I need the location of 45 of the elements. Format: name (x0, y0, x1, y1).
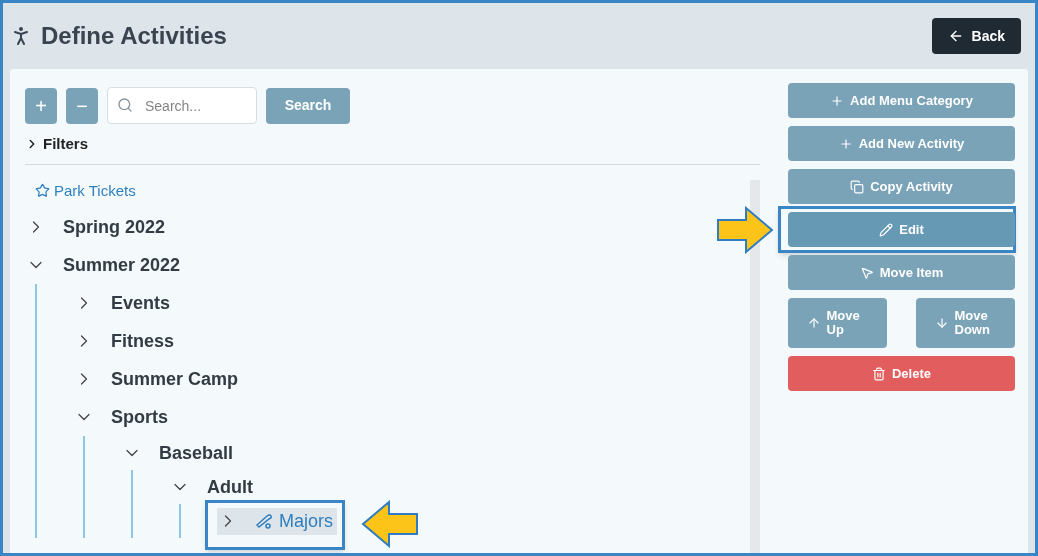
copy-icon (850, 179, 865, 194)
tree-label: Summer 2022 (63, 253, 181, 277)
tree-label: Events (111, 291, 171, 315)
tree-label: Spring 2022 (63, 215, 166, 239)
tree-item[interactable]: Summer Camp (73, 365, 243, 393)
tree-item[interactable]: Summer 2022 (25, 251, 185, 279)
filters-toggle[interactable]: Filters (25, 133, 760, 156)
tree-label: Fitness (111, 329, 175, 353)
expand-all-button[interactable]: + (25, 87, 57, 124)
plus-icon (830, 93, 845, 108)
action-button[interactable]: Add Menu Category (788, 83, 1015, 118)
tree-item[interactable]: Baseball (121, 439, 238, 467)
tree-item[interactable]: Majors (217, 507, 337, 535)
action-button[interactable]: Move Item (788, 255, 1015, 290)
search-button[interactable]: Search (266, 87, 350, 124)
action-button[interactable]: Add New Activity (788, 126, 1015, 161)
action-button[interactable]: Move Down (916, 298, 1015, 348)
action-button[interactable]: Edit (788, 212, 1015, 247)
pointer-arrow-icon (361, 500, 419, 548)
tree-item[interactable]: Sports (73, 403, 172, 431)
action-button[interactable]: Copy Activity (788, 169, 1015, 204)
scrollbar[interactable] (750, 179, 760, 553)
pencil-icon (879, 222, 894, 237)
back-button[interactable]: Back (931, 18, 1021, 54)
tree-item[interactable]: Events (73, 289, 175, 317)
tree-item[interactable]: Fitness (73, 327, 179, 355)
tree-label: Adult (207, 475, 253, 499)
star-icon (35, 183, 50, 199)
pointer-arrow-icon (716, 206, 774, 254)
search-icon (117, 97, 133, 113)
tree-item[interactable]: Adult (169, 473, 257, 501)
page-title: Define Activities (41, 21, 227, 51)
tree-label: Majors (279, 509, 333, 533)
favorite-link[interactable]: Park Tickets (35, 179, 750, 202)
plus-icon (838, 136, 853, 151)
search-field[interactable]: Search... (107, 87, 257, 124)
action-button[interactable]: Delete (788, 356, 1015, 391)
trash-icon (872, 366, 886, 381)
tree-item[interactable]: Spring 2022 (25, 213, 170, 241)
action-button[interactable]: Move Up (788, 298, 887, 348)
tree-label: Summer Camp (111, 367, 239, 391)
tree-label: Sports (111, 405, 168, 429)
tree-label: Baseball (159, 441, 234, 465)
collapse-all-button[interactable]: − (66, 87, 98, 124)
pointer-icon (859, 265, 874, 280)
